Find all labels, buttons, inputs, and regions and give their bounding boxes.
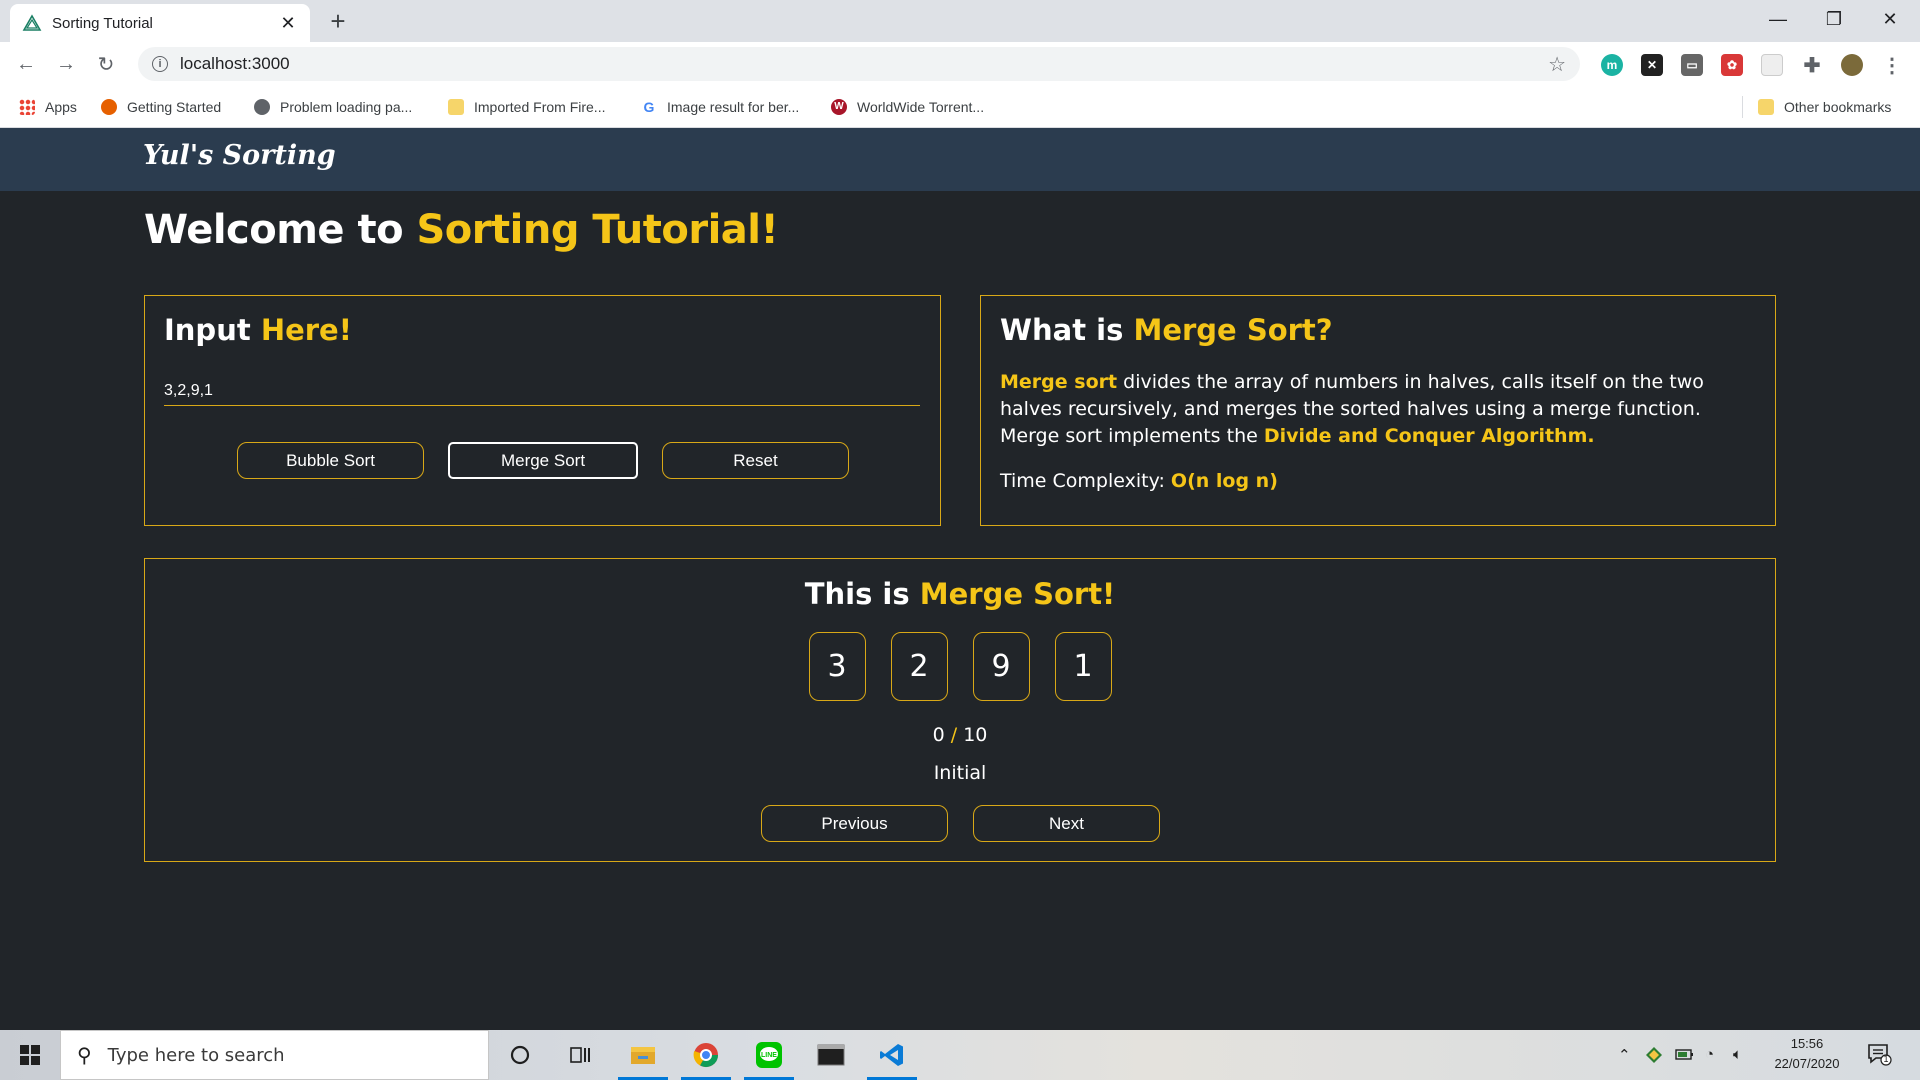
terminal-icon[interactable] bbox=[806, 1030, 856, 1080]
triangle-logo-icon bbox=[22, 14, 42, 31]
step-description: Initial bbox=[933, 762, 987, 784]
extension-m-icon[interactable]: m bbox=[1601, 54, 1623, 76]
profile-avatar[interactable] bbox=[1841, 54, 1863, 76]
battery-icon[interactable] bbox=[1675, 1046, 1695, 1066]
number-box: 1 bbox=[1054, 632, 1112, 701]
time-complexity: Time Complexity: O(n log n) bbox=[1000, 470, 1278, 492]
notifications-icon[interactable]: 1 bbox=[1866, 1042, 1892, 1066]
forward-arrow-icon[interactable]: → bbox=[52, 50, 80, 78]
merge-sort-button[interactable]: Merge Sort bbox=[448, 442, 638, 479]
tray-app-icon[interactable] bbox=[1645, 1046, 1663, 1068]
browser-toolbar: ← → ↻ i localhost:3000 ☆ m ✕ ▭ ✿ ✚ ⋮ bbox=[0, 42, 1920, 86]
bubble-sort-button[interactable]: Bubble Sort bbox=[237, 442, 424, 479]
bookmark-worldwide-torrent[interactable]: W WorldWide Torrent... bbox=[831, 97, 984, 117]
reset-button[interactable]: Reset bbox=[662, 442, 849, 479]
numbers-input[interactable] bbox=[164, 376, 920, 406]
algorithm-description: Merge sort divides the array of numbers … bbox=[1000, 371, 1704, 447]
minimize-icon[interactable]: — bbox=[1750, 0, 1806, 38]
taskbar-clock[interactable]: 15:56 22/07/2020 bbox=[1762, 1034, 1852, 1074]
wifi-icon[interactable]: ◔ bbox=[1705, 1046, 1714, 1063]
input-card: Input Here! Bubble Sort Merge Sort Reset bbox=[144, 295, 941, 526]
site-navbar: Yul's Sorting bbox=[0, 128, 1920, 191]
algorithm-info-card: What is Merge Sort? Merge sort divides t… bbox=[980, 295, 1776, 526]
back-arrow-icon[interactable]: ← bbox=[12, 50, 40, 78]
new-tab-button[interactable]: + bbox=[325, 8, 351, 34]
number-box: 2 bbox=[890, 632, 948, 701]
bookmark-other[interactable]: Other bookmarks bbox=[1758, 97, 1891, 117]
firefox-icon bbox=[101, 99, 117, 115]
close-tab-icon[interactable]: ✕ bbox=[278, 13, 298, 34]
search-icon: ⚲ bbox=[77, 1044, 92, 1067]
apps-grid-icon bbox=[19, 99, 35, 115]
bookmark-problem-loading[interactable]: Problem loading pa... bbox=[254, 97, 412, 117]
reload-icon[interactable]: ↻ bbox=[92, 50, 120, 78]
previous-button[interactable]: Previous bbox=[761, 805, 948, 842]
extension-x-icon[interactable]: ✕ bbox=[1641, 54, 1663, 76]
folder-icon bbox=[448, 99, 464, 115]
extensions-puzzle-icon[interactable]: ✚ bbox=[1801, 54, 1823, 77]
browser-tab[interactable]: Sorting Tutorial ✕ bbox=[10, 4, 310, 42]
url-text: localhost:3000 bbox=[180, 54, 290, 73]
number-boxes: 3 2 9 1 bbox=[145, 632, 1775, 701]
line-app-icon[interactable]: LINE bbox=[744, 1030, 794, 1080]
page-title: Welcome to Sorting Tutorial! bbox=[144, 207, 779, 253]
extension-red-icon[interactable]: ✿ bbox=[1721, 54, 1743, 76]
notification-count: 1 bbox=[1883, 1054, 1889, 1064]
brand-logo[interactable]: Yul's Sorting bbox=[143, 140, 336, 171]
task-view-icon[interactable] bbox=[555, 1030, 605, 1080]
bookmark-apps[interactable]: Apps bbox=[19, 97, 77, 117]
svg-text:LINE: LINE bbox=[761, 1052, 777, 1059]
worldwide-icon: W bbox=[831, 99, 847, 115]
bookmark-getting-started[interactable]: Getting Started bbox=[101, 97, 221, 117]
search-placeholder: Type here to search bbox=[107, 1044, 285, 1066]
close-window-icon[interactable]: ✕ bbox=[1862, 0, 1918, 38]
extension-box-icon[interactable] bbox=[1761, 54, 1783, 76]
windows-logo-icon bbox=[20, 1045, 40, 1065]
file-explorer-icon[interactable] bbox=[618, 1030, 668, 1080]
folder-icon bbox=[1758, 99, 1774, 115]
bookmark-imported-folder[interactable]: Imported From Fire... bbox=[448, 97, 605, 117]
visualization-title: This is Merge Sort! bbox=[804, 577, 1116, 611]
chrome-icon[interactable] bbox=[681, 1030, 731, 1080]
info-icon[interactable]: i bbox=[152, 56, 168, 72]
windows-start-icon[interactable] bbox=[0, 1030, 60, 1080]
step-counter: 0 / 10 bbox=[932, 724, 988, 746]
tab-title: Sorting Tutorial bbox=[52, 14, 153, 32]
menu-kebab-icon[interactable]: ⋮ bbox=[1881, 54, 1903, 77]
vscode-icon[interactable] bbox=[867, 1030, 917, 1080]
address-bar[interactable]: i localhost:3000 ☆ bbox=[138, 47, 1580, 81]
number-box: 9 bbox=[972, 632, 1030, 701]
google-icon: G bbox=[643, 99, 655, 115]
globe-icon bbox=[254, 99, 270, 115]
visualization-card: This is Merge Sort! 3 2 9 1 0 / 10 Initi… bbox=[144, 558, 1776, 862]
volume-icon[interactable]: 🔈︎ bbox=[1733, 1046, 1742, 1063]
cortana-icon[interactable] bbox=[495, 1030, 545, 1080]
number-box: 3 bbox=[808, 632, 866, 701]
tray-chevron-up-icon[interactable]: ⌃ bbox=[1618, 1046, 1631, 1064]
extension-chat-icon[interactable]: ▭ bbox=[1681, 54, 1703, 76]
browser-tabstrip: Sorting Tutorial ✕ + — ❐ ✕ bbox=[0, 0, 1920, 42]
bookmarks-divider bbox=[1742, 96, 1743, 118]
next-button[interactable]: Next bbox=[973, 805, 1160, 842]
bookmark-image-result[interactable]: G Image result for ber... bbox=[641, 97, 800, 117]
bookmark-star-icon[interactable]: ☆ bbox=[1548, 52, 1566, 77]
restore-icon[interactable]: ❐ bbox=[1806, 0, 1862, 38]
windows-taskbar: ⚲ Type here to search LINE ⌃ ◔ 🔈︎ 15:56 … bbox=[0, 1030, 1920, 1080]
taskbar-search[interactable]: ⚲ Type here to search bbox=[60, 1030, 489, 1080]
bookmarks-bar: Apps Getting Started Problem loading pa.… bbox=[0, 86, 1920, 128]
input-card-title: Input Here! bbox=[164, 313, 352, 347]
info-card-title: What is Merge Sort? bbox=[1000, 313, 1333, 347]
